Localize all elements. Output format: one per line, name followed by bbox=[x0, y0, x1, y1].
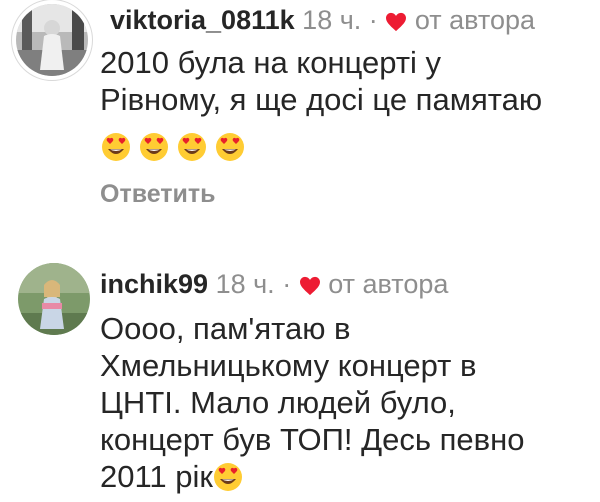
comment-line: 2010 була на концерті у bbox=[100, 45, 442, 80]
heart-icon bbox=[299, 271, 321, 303]
comment-line: Хмельницькому концерт в bbox=[100, 348, 477, 383]
username[interactable]: inchik99 bbox=[100, 269, 208, 299]
timestamp: 18 ч. bbox=[215, 269, 275, 299]
timestamp: 18 ч. bbox=[302, 5, 362, 35]
comment-line: ЦНТІ. Мало людей було, bbox=[100, 385, 456, 420]
separator: · bbox=[282, 269, 292, 299]
author-like-label: от автора bbox=[414, 5, 535, 35]
heart-eyes-emoji bbox=[213, 462, 243, 492]
comment-line: 2011 рік bbox=[100, 459, 213, 494]
heart-eyes-emoji bbox=[101, 132, 131, 162]
heart-eyes-emoji bbox=[215, 132, 245, 162]
heart-icon bbox=[385, 7, 407, 39]
comment-text: Оооо, пам'ятаю в Хмельницькому концерт в… bbox=[100, 310, 524, 495]
heart-eyes-emoji bbox=[139, 132, 169, 162]
comment-line: Оооо, пам'ятаю в bbox=[100, 311, 351, 346]
comment-1: viktoria_0811k 18 ч. · от автора 2010 бу… bbox=[0, 0, 600, 230]
username[interactable]: viktoria_0811k bbox=[110, 5, 295, 35]
emoji-row bbox=[101, 132, 245, 162]
reply-button[interactable]: Ответить bbox=[100, 180, 216, 209]
avatar[interactable] bbox=[18, 263, 90, 335]
separator: · bbox=[368, 5, 378, 35]
comment-header: inchik99 18 ч. · от автора bbox=[100, 268, 448, 303]
comment-2: inchik99 18 ч. · от автора Оооо, пам'ята… bbox=[0, 240, 600, 502]
heart-eyes-emoji bbox=[177, 132, 207, 162]
comment-header: viktoria_0811k 18 ч. · от автора bbox=[110, 4, 535, 39]
comment-line-last: 2011 рік bbox=[100, 458, 524, 495]
comment-text: 2010 була на концерті у Рівному, я ще до… bbox=[100, 44, 542, 118]
avatar[interactable] bbox=[16, 4, 88, 76]
author-like-label: от автора bbox=[328, 269, 449, 299]
comment-line: концерт був ТОП! Десь певно bbox=[100, 422, 525, 457]
comment-line: Рівному, я ще досі це памятаю bbox=[100, 82, 543, 117]
